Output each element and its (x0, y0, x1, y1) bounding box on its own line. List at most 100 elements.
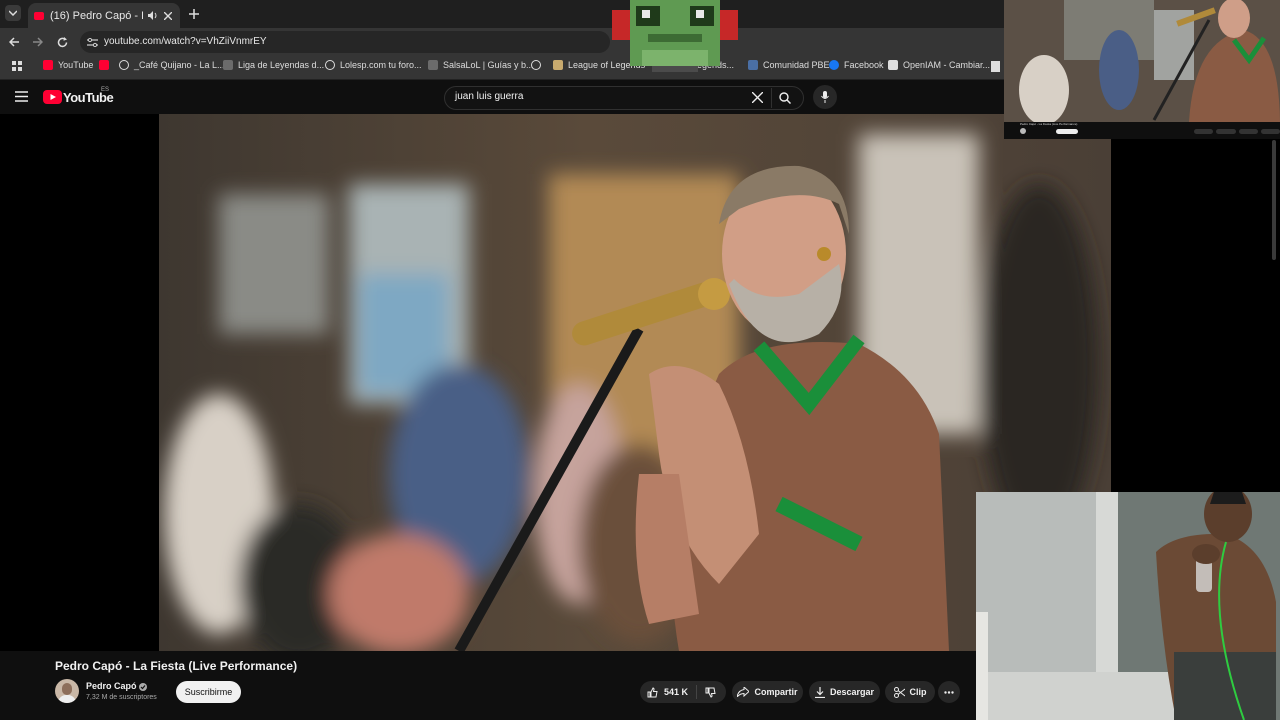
bookmark-item[interactable] (99, 60, 114, 70)
plus-icon (189, 9, 199, 19)
clear-search-icon[interactable] (751, 91, 764, 104)
tab-title: (16) Pedro Capó - La Fiesta (50, 9, 143, 22)
bookmark-item[interactable]: OpenIAM - Cambiar... (888, 60, 990, 70)
bookmark-item[interactable]: SalsaLoL | Guías y b... (428, 60, 534, 70)
bookmark-item[interactable] (531, 60, 546, 70)
url-bar[interactable]: youtube.com/watch?v=VhZiiVnmrEY (80, 31, 610, 53)
video-info-panel: Pedro Capó - La Fiesta (Live Performance… (0, 651, 976, 720)
youtube-icon (99, 60, 109, 70)
site-icon (223, 60, 233, 70)
tab-search-button[interactable] (5, 5, 21, 21)
youtube-icon (43, 60, 53, 70)
reload-button[interactable] (54, 34, 70, 50)
site-icon (888, 60, 898, 70)
search-box: juan luis guerra (444, 86, 804, 110)
player-right-blackbar (1111, 139, 1280, 492)
reload-icon (57, 36, 67, 47)
site-icon (748, 60, 758, 70)
clip-label: Clip (909, 687, 927, 697)
bookmark-label: Facebook (844, 60, 884, 70)
bookmark-overflow-icon[interactable] (991, 61, 1000, 72)
bookmark-item[interactable]: YouTube (43, 60, 93, 70)
tab-bar: (16) Pedro Capó - La Fiesta (0, 0, 1004, 28)
more-horizontal-icon (944, 690, 954, 694)
bookmark-label: _Café Quijano - La L... (134, 60, 225, 70)
page-scrollbar[interactable] (1272, 140, 1276, 260)
microphone-icon (821, 91, 829, 103)
channel-avatar[interactable] (55, 679, 79, 703)
download-icon (814, 686, 825, 698)
more-actions-button[interactable] (938, 681, 960, 703)
like-button[interactable]: 541 K (647, 686, 689, 698)
bookmark-item[interactable]: Lolesp.com tu foro... (325, 60, 422, 70)
pixel-frog-sticker (612, 0, 738, 72)
bookmark-item[interactable]: Comunidad PBE (748, 60, 830, 70)
thumbs-up-icon (647, 686, 658, 697)
globe-icon (325, 60, 335, 70)
youtube-favicon-icon (34, 11, 44, 20)
speaker-icon[interactable] (146, 11, 160, 20)
new-tab-button[interactable] (186, 6, 202, 22)
site-info-icon[interactable] (86, 36, 98, 48)
arrow-left-icon (9, 37, 19, 47)
search-divider (771, 88, 772, 108)
bookmark-label: Liga de Leyendas d... (238, 60, 325, 70)
video-frame (159, 114, 1111, 651)
bookmark-label: SalsaLoL | Guías y b... (443, 60, 534, 70)
arrow-right-icon (33, 37, 43, 47)
forward-button[interactable] (30, 34, 46, 50)
bookmark-label: Comunidad PBE (763, 60, 830, 70)
close-tab-icon[interactable] (160, 11, 176, 20)
thumbs-down-icon (705, 687, 716, 698)
download-label: Descargar (829, 687, 875, 697)
menu-icon[interactable] (15, 91, 28, 102)
bookmarks-bar: YouTube _Café Quijano - La L... Liga de … (0, 55, 1004, 80)
url-text: youtube.com/watch?v=VhZiiVnmrEY (104, 36, 267, 47)
webcam-frame (976, 492, 1280, 720)
league-icon (553, 60, 563, 70)
bookmark-item[interactable]: Liga de Leyendas d... (223, 60, 324, 70)
video-player[interactable] (159, 114, 1111, 651)
chevron-down-icon (9, 10, 17, 16)
globe-icon (531, 60, 541, 70)
mini-video-frame (1004, 0, 1280, 139)
subscriber-count: 7,32 M de suscriptores (86, 694, 157, 701)
tab-active[interactable]: (16) Pedro Capó - La Fiesta (28, 3, 180, 28)
bookmark-label: OpenIAM - Cambiar... (903, 60, 991, 70)
clip-button[interactable]: Clip (885, 681, 935, 703)
site-icon (428, 60, 438, 70)
webcam-overlay (976, 492, 1280, 720)
verified-check-icon (139, 683, 147, 691)
share-label: Compartir (754, 687, 798, 697)
subscribe-label: Suscribirme (184, 687, 233, 697)
search-icon[interactable] (778, 91, 792, 105)
bookmark-item[interactable]: _Café Quijano - La L... (119, 60, 225, 70)
voice-search-button[interactable] (813, 85, 837, 109)
player-left-blackbar (0, 114, 159, 651)
scissors-icon (893, 686, 905, 698)
bookmark-label: Lolesp.com tu foro... (340, 60, 422, 70)
search-input[interactable]: juan luis guerra (455, 91, 523, 102)
video-title: Pedro Capó - La Fiesta (Live Performance… (55, 659, 298, 673)
dislike-button[interactable] (705, 687, 716, 698)
region-code: ES (101, 87, 110, 93)
share-icon (737, 687, 750, 697)
mini-player-overlay: Pedro Capó - La Fiesta (Live Performance… (1004, 0, 1280, 139)
like-dislike-group: 541 K (640, 681, 726, 703)
like-divider (696, 685, 698, 699)
like-count: 541 K (664, 687, 689, 697)
mini-action-pills (1194, 129, 1280, 134)
back-button[interactable] (6, 34, 22, 50)
channel-name[interactable]: Pedro Capó (86, 681, 137, 691)
apps-grid-icon[interactable] (12, 61, 22, 71)
share-button[interactable]: Compartir (732, 681, 803, 703)
bookmark-item[interactable]: Facebook (829, 60, 884, 70)
subscribe-button[interactable]: Suscribirme (176, 681, 241, 703)
youtube-logo-icon[interactable] (43, 90, 62, 104)
download-button[interactable]: Descargar (809, 681, 880, 703)
globe-icon (119, 60, 129, 70)
mini-subscribe-pill (1056, 129, 1078, 134)
facebook-icon (829, 60, 839, 70)
mini-avatar (1020, 128, 1026, 134)
bookmark-label: YouTube (58, 60, 94, 70)
